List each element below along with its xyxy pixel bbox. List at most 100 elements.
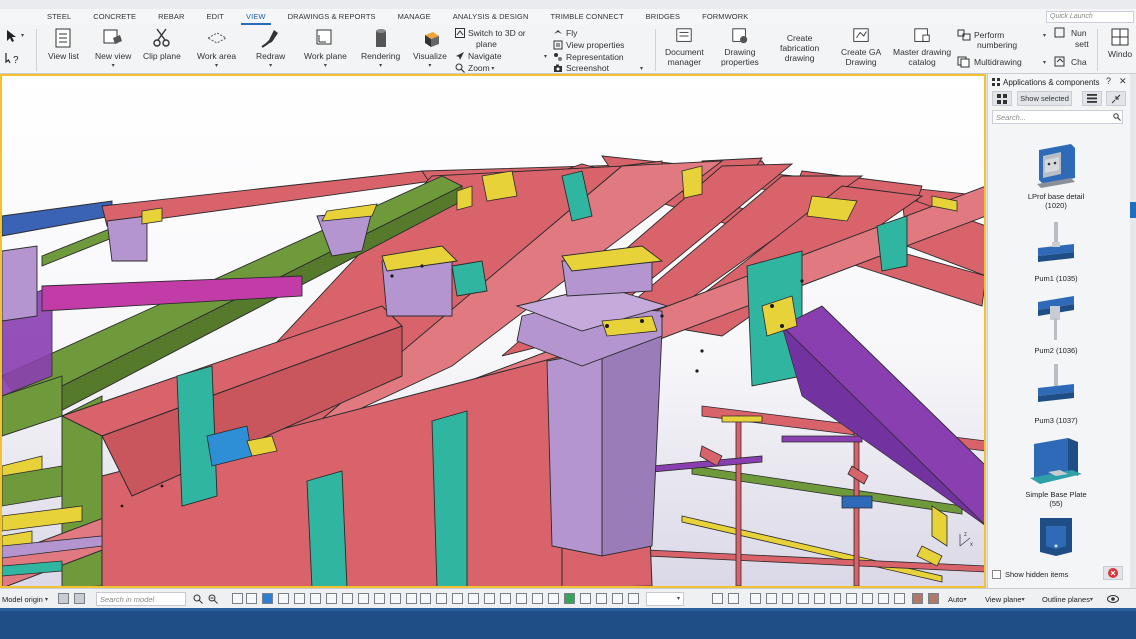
search-options-icon[interactable]	[208, 594, 218, 604]
select-wave-icon[interactable]	[862, 593, 873, 604]
snap-edge-icon[interactable]	[516, 593, 527, 604]
origin-edit-icon[interactable]	[74, 593, 85, 604]
filter-select[interactable]: ▾	[646, 592, 684, 606]
tab-steel[interactable]: STEEL	[36, 9, 82, 25]
select-cross-icon[interactable]	[830, 593, 841, 604]
tab-bridges[interactable]: BRIDGES	[635, 9, 691, 25]
snap-line-icon[interactable]	[468, 593, 479, 604]
snap-end-icon[interactable]	[532, 593, 543, 604]
document-manager-button[interactable]: Document manager	[665, 27, 704, 67]
snap-perpendicular-icon[interactable]	[628, 593, 639, 604]
select-polylines-icon[interactable]	[374, 593, 385, 604]
redraw-button[interactable]: Redraw ▾	[256, 27, 285, 71]
snap-point-icon[interactable]	[596, 593, 607, 604]
show-hidden-checkbox[interactable]	[992, 569, 1001, 579]
list-item[interactable]: Pum1 (1035)	[992, 222, 1120, 283]
zoom-button[interactable]: Zoom ▾	[455, 62, 494, 74]
help-select-icon[interactable]: ?	[5, 52, 23, 68]
search-in-model-input[interactable]: Search in model	[96, 592, 186, 606]
tab-analysis-design[interactable]: ANALYSIS & DESIGN	[442, 9, 540, 25]
panel-search-icon[interactable]	[1113, 113, 1121, 121]
list-item[interactable]	[992, 516, 1120, 558]
panel-search-input[interactable]: Search...	[992, 110, 1123, 124]
screenshot-button[interactable]: Screenshot	[553, 62, 609, 74]
eye-icon[interactable]	[1107, 594, 1119, 604]
snap-face-icon[interactable]	[500, 593, 511, 604]
select-surface-icon[interactable]	[420, 593, 431, 604]
select-box-icon[interactable]	[750, 593, 761, 604]
measure-icon[interactable]	[894, 593, 905, 604]
create-ga-drawing-button[interactable]: Create GA Drawing	[841, 27, 881, 67]
fly-button[interactable]: Fly	[553, 27, 577, 39]
numbering-caret-icon[interactable]: ▾	[1043, 32, 1046, 39]
select-circle-icon[interactable]	[782, 593, 793, 604]
view-plane-select[interactable]: View plane ▾	[985, 592, 1025, 606]
select-assemblies-icon[interactable]	[262, 593, 273, 604]
work-plane-button[interactable]: Work plane ▾	[304, 27, 347, 71]
list-item[interactable]: Pum2 (1036)	[992, 292, 1120, 355]
tab-manage[interactable]: MANAGE	[387, 9, 442, 25]
panel-close-icon[interactable]: ✕	[1119, 76, 1127, 87]
create-fabrication-drawing-button[interactable]: Create fabrication drawing	[780, 33, 819, 63]
cancel-selection-icon[interactable]	[814, 593, 825, 604]
snap-intersection-icon[interactable]	[612, 593, 623, 604]
tab-edit[interactable]: EDIT	[196, 9, 235, 25]
origin-add-icon[interactable]	[58, 593, 69, 604]
view-properties-button[interactable]: View properties	[553, 39, 624, 51]
select-pattern-icon[interactable]	[846, 593, 857, 604]
master-drawing-catalog-button[interactable]: Master drawing catalog	[893, 27, 951, 67]
tab-drawings-reports[interactable]: DRAWINGS & REPORTS	[277, 9, 387, 25]
view-list-button[interactable]: View list	[48, 27, 79, 61]
new-view-button[interactable]: New view ▾	[95, 27, 131, 71]
multidrawing-button[interactable]: Multidrawing	[957, 56, 1022, 68]
select-bolts-icon[interactable]	[406, 593, 417, 604]
rendering-button[interactable]: Rendering ▾	[361, 27, 400, 71]
search-icon[interactable]	[193, 594, 203, 604]
select-parts-icon[interactable]	[232, 593, 243, 604]
select-arrow-icon[interactable]	[5, 29, 19, 45]
collapse-button[interactable]	[1106, 91, 1126, 106]
select-components-icon[interactable]	[294, 593, 305, 604]
select-rect-icon[interactable]	[766, 593, 777, 604]
material-icon[interactable]	[928, 593, 939, 604]
text-snap-icon[interactable]	[878, 593, 889, 604]
select-caret-icon[interactable]: ▾	[21, 32, 24, 39]
visualize-button[interactable]: Visualize ▾	[413, 27, 447, 71]
tab-rebar[interactable]: REBAR	[147, 9, 195, 25]
tab-formwork[interactable]: FORMWORK	[691, 9, 759, 25]
grid-view-button[interactable]	[992, 91, 1012, 106]
list-item[interactable]: Simple Base Plate (55)	[992, 434, 1120, 508]
snap-plane-icon[interactable]	[484, 593, 495, 604]
model-origin-select[interactable]: Model origin ▾	[2, 592, 48, 606]
work-area-button[interactable]: Work area ▾	[197, 27, 236, 71]
multidrawing-caret-icon[interactable]: ▾	[1043, 59, 1046, 66]
list-item[interactable]: LProf base detail (1020)	[992, 140, 1120, 210]
tab-view[interactable]: VIEW	[235, 9, 277, 25]
clip-plane-button[interactable]: Clip plane	[143, 27, 181, 61]
snap-grid-icon[interactable]	[452, 593, 463, 604]
panel-help-icon[interactable]: ?	[1106, 76, 1111, 86]
list-view-button[interactable]	[1082, 91, 1102, 106]
select-objects-icon[interactable]	[278, 593, 289, 604]
window-button[interactable]: Windo	[1108, 27, 1132, 59]
select-rebar-icon[interactable]	[390, 593, 401, 604]
tab-trimble-connect[interactable]: TRIMBLE CONNECT	[540, 9, 635, 25]
snap-geometry-icon[interactable]	[564, 593, 575, 604]
select-polygon-icon[interactable]	[798, 593, 809, 604]
snap-mid-icon[interactable]	[548, 593, 559, 604]
select-planes-icon[interactable]	[342, 593, 353, 604]
outline-planes-select[interactable]: Outline planes ▾	[1042, 592, 1093, 606]
auto-select[interactable]: Auto ▾	[948, 592, 966, 606]
remove-button[interactable]	[1103, 566, 1123, 580]
tab-concrete[interactable]: CONCRETE	[82, 9, 147, 25]
drawing-properties-button[interactable]: Drawing properties	[721, 27, 759, 67]
snap-center-icon[interactable]	[580, 593, 591, 604]
show-selected-button[interactable]: Show selected	[1017, 91, 1072, 106]
select-views-icon[interactable]	[436, 593, 447, 604]
select-points-icon[interactable]	[326, 593, 337, 604]
model-3d-scene[interactable]: z x	[2, 76, 986, 588]
representation-caret-icon[interactable]: ▾	[544, 53, 547, 60]
model-viewport[interactable]: z x	[0, 74, 986, 588]
list-item[interactable]: Pum3 (1037)	[992, 364, 1120, 425]
screenshot-caret-icon[interactable]: ▾	[640, 65, 643, 72]
